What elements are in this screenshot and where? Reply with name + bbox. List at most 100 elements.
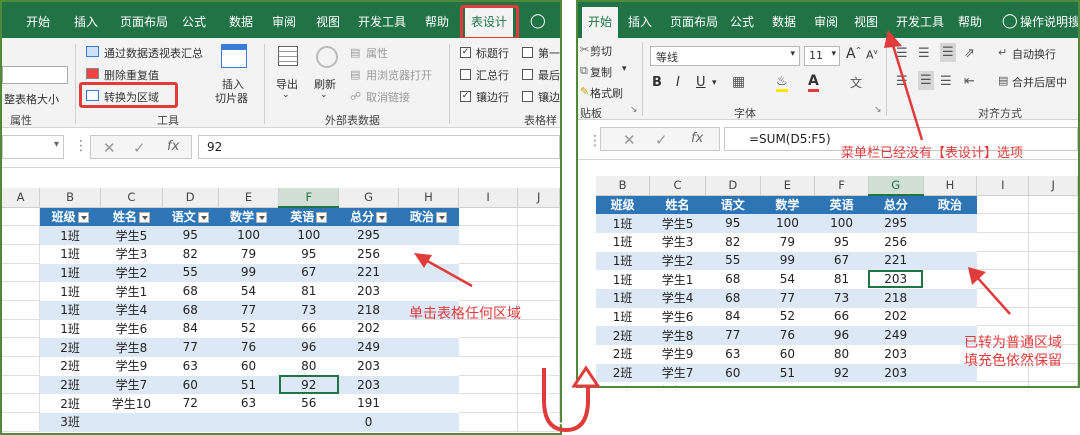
column-header[interactable]: D (162, 188, 219, 208)
border-icon[interactable]: ▦ (732, 74, 745, 90)
tab-review[interactable]: 审阅 (814, 13, 838, 30)
underline-icon[interactable]: U (696, 75, 706, 90)
table-cell[interactable]: 学生8 (100, 337, 163, 357)
table-header-cell[interactable]: 班级 (39, 207, 101, 227)
cell[interactable] (2, 412, 41, 432)
cell[interactable] (2, 244, 41, 264)
align-bottom-icon[interactable]: ☰ (940, 43, 956, 62)
table-cell[interactable]: 84 (705, 307, 761, 327)
table-cell[interactable]: 72 (162, 393, 219, 414)
table-cell[interactable]: 202 (338, 319, 399, 339)
table-header-cell[interactable]: 语文 (162, 207, 219, 227)
copy-button[interactable]: 复制 (590, 64, 612, 80)
table-cell[interactable]: 77 (162, 337, 219, 357)
table-cell[interactable] (398, 356, 459, 376)
table-cell[interactable]: 51 (218, 375, 280, 395)
column-header[interactable]: A (2, 188, 41, 208)
table-cell[interactable]: 1班 (596, 232, 651, 252)
table-cell[interactable] (923, 213, 978, 233)
table-cell[interactable]: 99 (218, 263, 280, 283)
cell[interactable] (2, 393, 41, 414)
table-cell[interactable]: 92 (278, 375, 340, 395)
summarize-pivot-button[interactable]: 通过数据透视表汇总 (104, 45, 203, 61)
cell[interactable] (976, 381, 1030, 386)
table-cell[interactable]: 1班 (596, 288, 651, 308)
table-header-cell[interactable]: 政治 (923, 195, 978, 215)
table-header-cell[interactable]: 英语 (814, 195, 869, 215)
table-cell[interactable]: 73 (278, 300, 340, 320)
table-cell[interactable]: 81 (814, 269, 869, 289)
cell[interactable] (1028, 307, 1078, 327)
table-cell[interactable]: 学生7 (100, 375, 163, 395)
filter-dropdown-icon[interactable] (316, 212, 328, 224)
tab-formulas[interactable]: 公式 (182, 13, 206, 30)
cell[interactable] (458, 375, 519, 395)
table-cell[interactable]: 学生5 (100, 225, 163, 245)
cell[interactable] (517, 225, 560, 245)
cell[interactable] (517, 244, 560, 264)
cell[interactable] (2, 300, 41, 320)
table-cell[interactable]: 68 (705, 288, 761, 308)
table-cell[interactable]: 学生6 (100, 319, 163, 339)
remove-duplicates-button[interactable]: 删除重复值 (104, 67, 159, 83)
cell[interactable] (2, 356, 41, 376)
tab-view[interactable]: 视图 (854, 13, 878, 30)
table-cell[interactable]: 学生9 (649, 344, 706, 364)
open-in-browser-button[interactable]: 用浏览器打开 (366, 67, 432, 83)
tab-formulas[interactable]: 公式 (730, 13, 754, 30)
table-cell[interactable]: 60 (705, 363, 761, 383)
table-cell[interactable]: 76 (760, 325, 816, 345)
table-cell[interactable] (398, 412, 459, 432)
table-cell[interactable]: 0 (338, 412, 399, 432)
table-cell[interactable]: 80 (278, 356, 340, 376)
cell[interactable] (517, 281, 560, 301)
table-cell[interactable]: 84 (162, 319, 219, 339)
cell[interactable] (976, 232, 1030, 252)
table-cell[interactable]: 63 (760, 381, 816, 386)
confirm-icon[interactable]: ✓ (133, 139, 146, 157)
table-cell[interactable]: 63 (218, 393, 280, 414)
column-header[interactable]: B (596, 176, 651, 196)
dialog-launcher-icon[interactable]: ↘ (630, 105, 638, 115)
table-cell[interactable]: 1班 (596, 213, 651, 233)
header-row-checkbox[interactable]: ✓ (460, 47, 471, 58)
filter-dropdown-icon[interactable] (197, 211, 209, 223)
table-cell[interactable]: 77 (218, 300, 280, 320)
cancel-icon[interactable]: ✕ (103, 139, 116, 157)
table-cell[interactable]: 256 (338, 244, 399, 264)
column-header[interactable]: E (760, 176, 816, 196)
tab-developer[interactable]: 开发工具 (358, 13, 406, 30)
table-cell[interactable]: 3班 (39, 412, 101, 432)
cut-button[interactable]: 剪切 (590, 43, 612, 59)
table-cell[interactable]: 68 (162, 281, 219, 301)
italic-icon[interactable]: I (676, 75, 680, 90)
cell[interactable] (2, 263, 41, 283)
table-cell[interactable] (218, 412, 280, 432)
table-cell[interactable]: 2班 (596, 363, 651, 383)
table-cell[interactable] (100, 412, 163, 432)
lightbulb-icon[interactable]: ◯ (1002, 13, 1018, 29)
table-cell[interactable]: 100 (760, 213, 816, 233)
table-cell[interactable]: 76 (218, 337, 280, 357)
column-header[interactable]: B (39, 188, 101, 208)
resize-table-button[interactable]: 整表格大小 (4, 91, 59, 107)
table-cell[interactable]: 68 (705, 269, 761, 289)
table-cell[interactable]: 202 (868, 307, 924, 327)
table-cell[interactable]: 55 (162, 263, 219, 283)
table-cell[interactable]: 295 (338, 225, 399, 245)
table-cell[interactable]: 52 (760, 307, 816, 327)
table-cell[interactable]: 99 (760, 251, 816, 271)
table-header-cell[interactable]: 姓名 (100, 207, 163, 227)
cell[interactable] (2, 225, 41, 245)
filter-dropdown-icon[interactable] (376, 211, 388, 223)
column-header[interactable]: D (705, 176, 761, 196)
cell[interactable] (2, 281, 41, 301)
phonetic-icon[interactable]: 文 (850, 74, 862, 91)
table-cell[interactable]: 203 (338, 356, 399, 376)
table-cell[interactable]: 95 (162, 225, 219, 245)
table-header-cell[interactable]: 姓名 (649, 195, 706, 215)
table-cell[interactable]: 96 (814, 325, 869, 345)
last-column-checkbox[interactable] (522, 69, 533, 80)
cell[interactable] (1028, 288, 1078, 308)
table-cell[interactable]: 2班 (39, 337, 101, 357)
